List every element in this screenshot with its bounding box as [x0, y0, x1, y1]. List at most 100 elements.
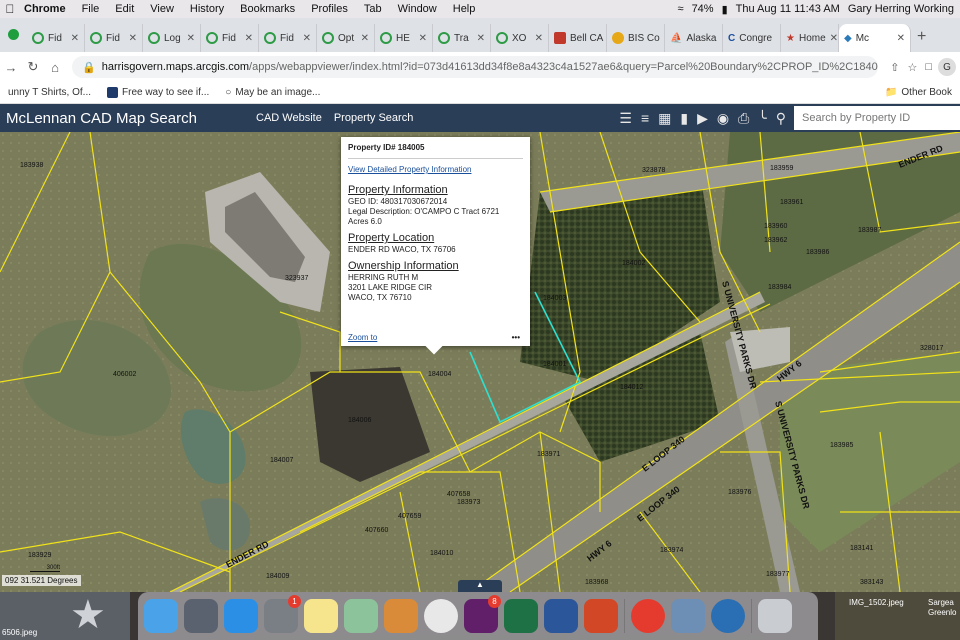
slack-icon[interactable]: 8: [464, 595, 501, 633]
menu-edit[interactable]: Edit: [107, 3, 142, 15]
close-icon[interactable]: ✕: [129, 33, 137, 44]
menu-file[interactable]: File: [74, 3, 108, 15]
panel-expander-icon[interactable]: ▲: [458, 580, 502, 592]
bookmark-item[interactable]: ○ May be an image...: [217, 87, 328, 98]
view-detail-link[interactable]: View Detailed Property Information: [348, 165, 523, 174]
browser-tab[interactable]: Fid ✕: [27, 24, 85, 52]
parcel-label: 183977: [766, 571, 789, 578]
user-name[interactable]: Gary Herring Working: [848, 3, 954, 15]
browser-tab[interactable]: Log ✕: [143, 24, 201, 52]
close-icon[interactable]: ✕: [477, 33, 485, 44]
excel-icon[interactable]: [504, 599, 538, 633]
close-icon[interactable]: ✕: [187, 33, 195, 44]
ship-icon: ⛵: [670, 32, 683, 44]
close-icon[interactable]: ✕: [897, 33, 905, 44]
finder-icon[interactable]: [144, 599, 178, 633]
wifi-icon[interactable]: ≈: [678, 3, 684, 15]
share-icon[interactable]: ⇧: [890, 61, 899, 74]
zoom-to-link[interactable]: Zoom to: [348, 333, 377, 342]
battery-percent[interactable]: 74%: [692, 3, 714, 15]
notes-icon[interactable]: [304, 599, 338, 633]
home-icon[interactable]: ⌂: [44, 60, 66, 75]
quicktime-icon[interactable]: [711, 599, 745, 633]
dock: 1 8: [138, 592, 818, 640]
more-options-icon[interactable]: •••: [512, 333, 520, 342]
browser-tab[interactable]: XO ✕: [491, 24, 549, 52]
menu-tab[interactable]: Tab: [356, 3, 390, 15]
parcel-label: 323937: [285, 275, 308, 282]
clock[interactable]: Thu Aug 11 11:43 AM: [736, 3, 840, 15]
property-info-heading: Property Information: [348, 184, 448, 196]
print-icon[interactable]: ⎙: [738, 110, 749, 127]
desktop-file-thumbnail[interactable]: IMG_1502.jpeg Sargea Greenlo: [835, 592, 960, 640]
maps-icon[interactable]: [344, 599, 378, 633]
trash-icon[interactable]: [758, 599, 792, 633]
close-icon[interactable]: ✕: [245, 33, 253, 44]
new-tab-icon[interactable]: +: [911, 28, 932, 52]
browser-tab[interactable]: Opt ✕: [317, 24, 375, 52]
menu-bookmarks[interactable]: Bookmarks: [232, 3, 303, 15]
close-icon[interactable]: ✕: [361, 33, 369, 44]
menu-view[interactable]: View: [142, 3, 182, 15]
parcel-label: 406002: [113, 371, 136, 378]
launchpad-icon[interactable]: [184, 599, 218, 633]
browser-tab[interactable]: BIS Co: [607, 24, 665, 52]
menu-history[interactable]: History: [182, 3, 232, 15]
property-search-link[interactable]: Property Search: [328, 112, 419, 124]
browser-tab[interactable]: Fid ✕: [201, 24, 259, 52]
parcel-label: 183971: [537, 451, 560, 458]
tasks-check-icon[interactable]: [631, 599, 665, 633]
star-icon[interactable]: ☆: [907, 61, 917, 74]
other-bookmarks[interactable]: 📁 Other Book: [877, 87, 960, 98]
traffic-light-icon[interactable]: [8, 29, 19, 40]
menu-profiles[interactable]: Profiles: [303, 3, 356, 15]
calculator-icon[interactable]: [384, 599, 418, 633]
reload-icon[interactable]: ↻: [22, 59, 44, 75]
property-id-search-input[interactable]: Search by Property ID: [794, 106, 960, 130]
browser-tab[interactable]: ★ Home ✕: [781, 24, 839, 52]
word-icon[interactable]: [544, 599, 578, 633]
powerpoint-icon[interactable]: [584, 599, 618, 633]
profile-avatar[interactable]: G: [938, 58, 956, 76]
browser-tab[interactable]: HE ✕: [375, 24, 433, 52]
desktop-file-thumbnail[interactable]: ★ 6506.jpeg: [0, 592, 130, 640]
menu-window[interactable]: Window: [390, 3, 445, 15]
url-field[interactable]: 🔒 harrisgovern.maps.arcgis.com/apps/weba…: [72, 56, 879, 78]
bookmark-item[interactable]: unny T Shirts, Of...: [0, 87, 99, 98]
green-circle-icon: [438, 32, 450, 44]
layers-icon[interactable]: ☰: [619, 110, 632, 127]
browser-tab[interactable]: Fid ✕: [85, 24, 143, 52]
search-layer-icon[interactable]: ⚲: [776, 110, 786, 127]
close-icon[interactable]: ✕: [419, 33, 427, 44]
basemap-gallery-icon[interactable]: ▦: [658, 110, 671, 127]
green-circle-icon: [148, 32, 160, 44]
chrome-icon[interactable]: [424, 599, 458, 633]
preview-icon[interactable]: [671, 599, 705, 633]
browser-tab[interactable]: C Congre: [723, 24, 781, 52]
close-icon[interactable]: ✕: [535, 33, 543, 44]
legend-list-icon[interactable]: ≡: [641, 110, 649, 127]
system-preferences-icon[interactable]: 1: [264, 595, 301, 633]
browser-tab[interactable]: Tra ✕: [433, 24, 491, 52]
draw-icon[interactable]: ◉: [717, 110, 729, 127]
battery-icon[interactable]: ▮: [722, 3, 728, 16]
menu-app-name[interactable]: Chrome: [20, 3, 74, 15]
bookmark-item[interactable]: Free way to see if...: [99, 87, 217, 98]
close-icon[interactable]: ✕: [830, 33, 838, 44]
menu-help[interactable]: Help: [445, 3, 484, 15]
sidebar-icon[interactable]: □: [925, 61, 932, 74]
measurement-icon[interactable]: ▶: [697, 110, 708, 127]
close-icon[interactable]: ✕: [71, 33, 79, 44]
browser-tab[interactable]: ⛵ Alaska: [665, 24, 723, 52]
browser-tab[interactable]: Fid ✕: [259, 24, 317, 52]
browser-tab-active[interactable]: ◆ Mc ✕: [839, 24, 911, 52]
cad-website-link[interactable]: CAD Website: [250, 112, 328, 124]
safari-icon[interactable]: [224, 599, 258, 633]
lock-icon[interactable]: 🔒: [82, 61, 96, 74]
bookmark-icon[interactable]: ▮: [680, 110, 688, 127]
ruler-icon[interactable]: ╰: [758, 110, 766, 127]
back-icon[interactable]: →: [0, 60, 22, 75]
apple-menu-icon[interactable]: : [0, 2, 20, 16]
close-icon[interactable]: ✕: [303, 33, 311, 44]
browser-tab[interactable]: Bell CA: [549, 24, 607, 52]
